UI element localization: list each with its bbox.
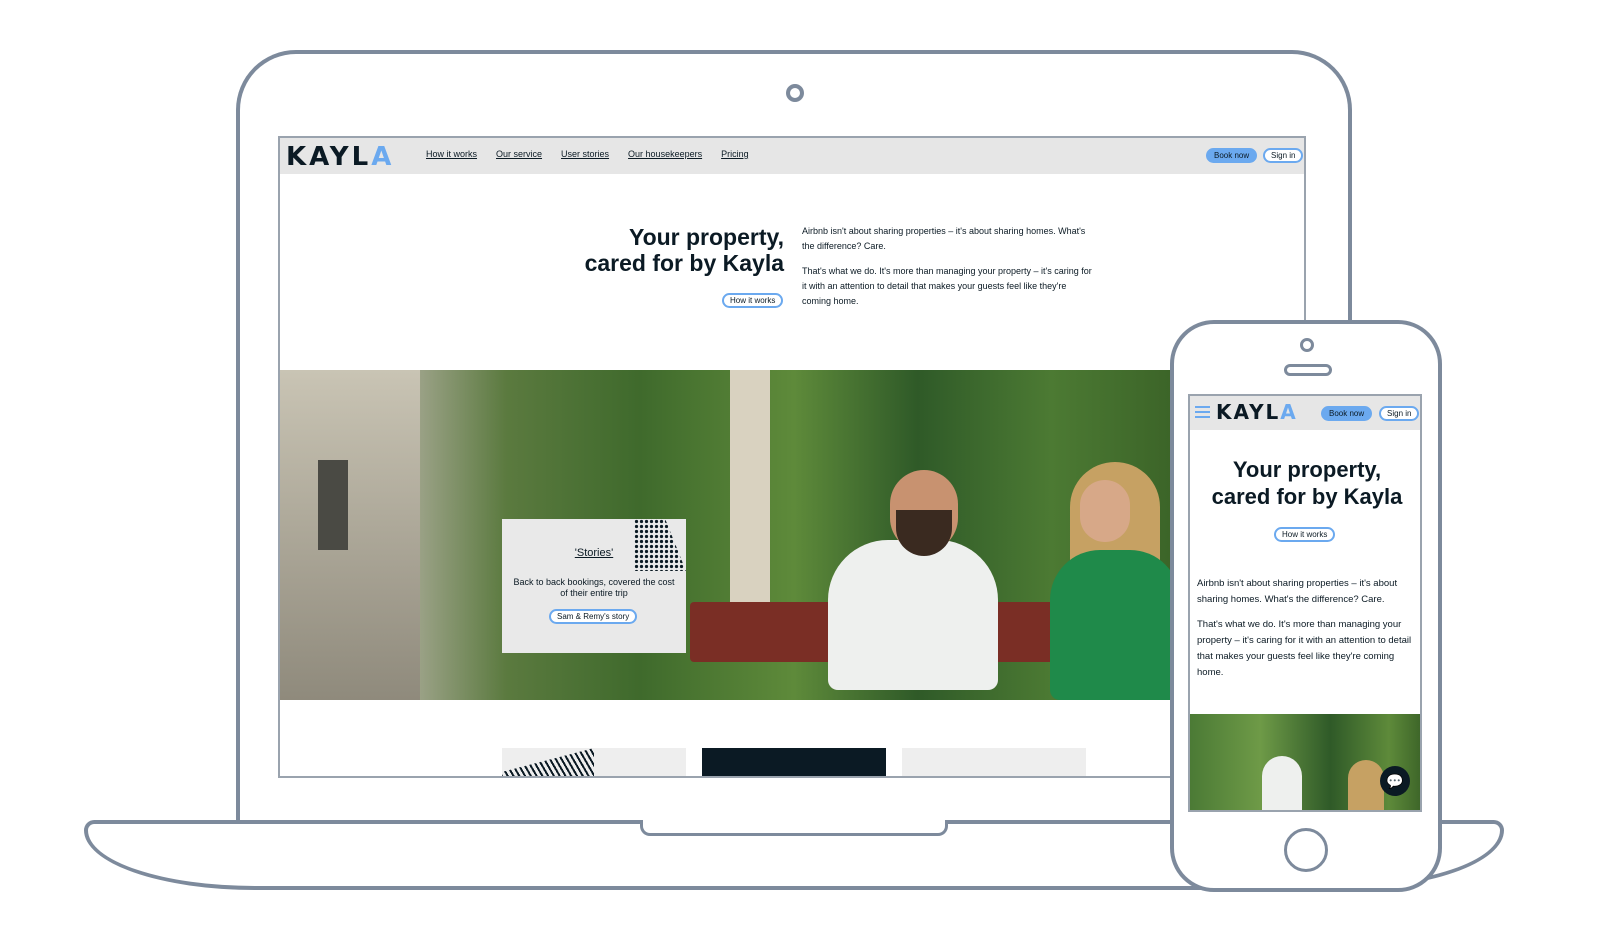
story-card: 'Stories' Back to back bookings, covered… bbox=[502, 519, 686, 653]
laptop-notch bbox=[640, 820, 948, 836]
kayla-logo[interactable]: KAYLA bbox=[286, 142, 394, 172]
mobile-hero-title-line2: cared for by Kayla bbox=[1211, 484, 1403, 509]
mobile-hero-photo: 💬 bbox=[1190, 714, 1420, 810]
feature-tile-2 bbox=[702, 748, 886, 776]
laptop-camera bbox=[786, 84, 804, 102]
logo-text: KAYL bbox=[1216, 400, 1281, 424]
story-title[interactable]: 'Stories' bbox=[502, 547, 686, 559]
mobile-navbar: KAYLA Book now Sign in bbox=[1190, 396, 1420, 430]
book-now-button[interactable]: Book now bbox=[1206, 148, 1258, 163]
hamburger-menu-icon[interactable] bbox=[1195, 406, 1210, 418]
how-it-works-button[interactable]: How it works bbox=[722, 293, 784, 308]
sign-in-button[interactable]: Sign in bbox=[1263, 148, 1304, 163]
desktop-screen: KAYLA How it works Our service User stor… bbox=[278, 136, 1306, 778]
logo-accent: A bbox=[371, 142, 395, 172]
nav-links: How it works Our service User stories Ou… bbox=[426, 149, 749, 159]
hero-photo: 'Stories' Back to back bookings, covered… bbox=[280, 370, 1304, 700]
nav-link-how-it-works[interactable]: How it works bbox=[426, 149, 477, 159]
chat-icon[interactable]: 💬 bbox=[1380, 766, 1410, 796]
mobile-hero-title: Your property, cared for by Kayla bbox=[1190, 456, 1420, 510]
hero-title-line1: Your property, bbox=[628, 224, 784, 250]
story-button[interactable]: Sam & Remy's story bbox=[549, 609, 638, 624]
mobile-sign-in-button[interactable]: Sign in bbox=[1379, 406, 1420, 421]
phone-speaker bbox=[1284, 364, 1332, 376]
mobile-screen: KAYLA Book now Sign in Your property, ca… bbox=[1188, 394, 1422, 812]
nav-link-user-stories[interactable]: User stories bbox=[561, 149, 609, 159]
mobile-paragraph-2: That's what we do. It's more than managi… bbox=[1197, 619, 1412, 678]
logo-text: KAYL bbox=[286, 142, 372, 172]
mobile-paragraph-1: Airbnb isn't about sharing properties – … bbox=[1197, 578, 1398, 605]
nav-link-our-housekeepers[interactable]: Our housekeepers bbox=[628, 149, 702, 159]
mobile-hero-title-line1: Your property, bbox=[1232, 457, 1382, 482]
hero-paragraph-1: Airbnb isn't about sharing properties – … bbox=[802, 226, 1086, 251]
dot-pattern-decoration bbox=[634, 519, 686, 571]
phone-home-button bbox=[1284, 828, 1328, 872]
hero-title-line2: cared for by Kayla bbox=[584, 250, 784, 276]
nav-link-pricing[interactable]: Pricing bbox=[721, 149, 749, 159]
nav-link-our-service[interactable]: Our service bbox=[496, 149, 542, 159]
desktop-navbar: KAYLA How it works Our service User stor… bbox=[280, 138, 1304, 174]
mobile-book-now-button[interactable]: Book now bbox=[1321, 406, 1373, 421]
phone-camera bbox=[1300, 338, 1314, 352]
story-text: Back to back bookings, covered the cost … bbox=[513, 577, 675, 598]
feature-tile-3 bbox=[902, 748, 1086, 776]
logo-accent: A bbox=[1280, 400, 1298, 424]
hero-paragraph-2: That's what we do. It's more than managi… bbox=[802, 266, 1092, 306]
mobile-how-it-works-button[interactable]: How it works bbox=[1274, 527, 1336, 542]
kayla-logo-mobile[interactable]: KAYLA bbox=[1216, 400, 1298, 424]
hero-title: Your property, cared for by Kayla bbox=[540, 224, 784, 276]
